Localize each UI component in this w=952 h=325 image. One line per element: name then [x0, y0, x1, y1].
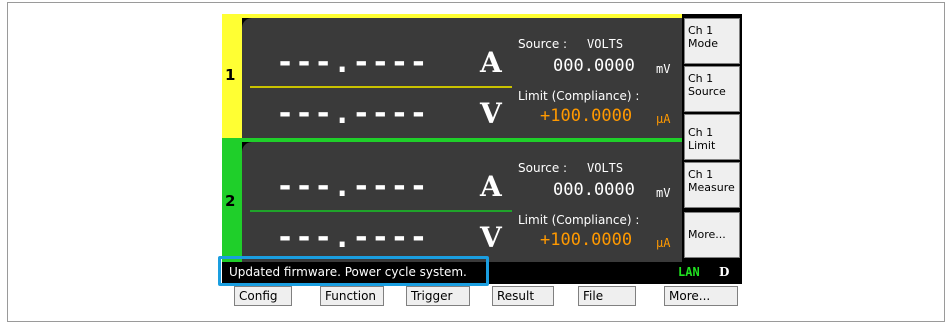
softkey-ch1-mode-line2: Mode [688, 37, 718, 50]
channel-1-panel[interactable]: ---.---- A ---.---- V Source : VOLTS 000… [242, 18, 682, 138]
channel-2-limit-value[interactable]: +100.0000 [540, 230, 632, 250]
softkey-ch1-limit-line2: Limit [688, 139, 716, 152]
channel-1-limit-value[interactable]: +100.0000 [540, 106, 632, 126]
softkey-column: Ch 1 Mode Ch 1 Source Ch 1 Limit Ch 1 Me… [682, 14, 742, 262]
lan-indicator: LAN [678, 265, 700, 279]
softkey-ch1-mode-line1: Ch 1 [688, 24, 714, 37]
softkey-more[interactable]: More... [684, 212, 740, 258]
softkey-ch1-source-line1: Ch 1 [688, 72, 714, 85]
softkey-ch1-measure[interactable]: Ch 1 Measure [684, 162, 740, 208]
channel-2-source-label: Source : [518, 161, 568, 175]
channel-1-number: 1 [225, 66, 236, 84]
tab-result[interactable]: Result [492, 286, 554, 306]
channel-2-number: 2 [225, 192, 236, 210]
channel-2-limit-label: Limit (Compliance) : [518, 213, 640, 227]
channel-1-voltage-reading: ---.---- [276, 96, 429, 131]
bottom-tab-bar: Config Function Trigger Result File More… [222, 284, 742, 309]
channel-1-limit-label: Limit (Compliance) : [518, 89, 640, 103]
tab-function[interactable]: Function [320, 286, 384, 306]
channel-1-source-unit: mV [656, 62, 671, 76]
status-message-highlight [218, 256, 489, 286]
display-flag-indicator: D [719, 265, 730, 279]
channel-2-current-unit: A [480, 170, 502, 203]
channel-1-source-label: Source : [518, 37, 568, 51]
channel-1-limit-unit: µA [656, 112, 671, 126]
tab-file[interactable]: File [578, 286, 636, 306]
channel-1-source-type: VOLTS [587, 37, 624, 51]
tab-trigger[interactable]: Trigger [406, 286, 470, 306]
channel-2-source-value[interactable]: 000.0000 [553, 180, 635, 200]
channel-2-source-type: VOLTS [587, 161, 624, 175]
channel-1-source-value[interactable]: 000.0000 [553, 56, 635, 76]
channel-2-voltage-unit: V [480, 221, 502, 254]
channel-1-separator [250, 86, 512, 88]
channel-2-panel[interactable]: ---.---- A ---.---- V Source : VOLTS 000… [242, 142, 682, 262]
softkey-ch1-limit-line1: Ch 1 [688, 126, 714, 139]
channel-1-current-unit: A [480, 46, 502, 79]
softkey-ch1-source-line2: Source [688, 85, 726, 98]
channel-1-current-reading: ---.---- [276, 45, 429, 80]
softkey-ch1-limit[interactable]: Ch 1 Limit [684, 114, 740, 160]
tab-more[interactable]: More... [664, 286, 738, 306]
channel-1-voltage-unit: V [480, 97, 502, 130]
channel-2-strip: 2 [222, 138, 242, 262]
softkey-ch1-source[interactable]: Ch 1 Source [684, 66, 740, 112]
channel-2-limit-unit: µA [656, 236, 671, 250]
channel-1-strip: 1 [222, 14, 242, 138]
tab-config[interactable]: Config [234, 286, 292, 306]
softkey-more-label: More... [688, 228, 726, 241]
softkey-ch1-measure-line2: Measure [688, 181, 735, 194]
channel-2-current-reading: ---.---- [276, 169, 429, 204]
softkey-ch1-measure-line1: Ch 1 [688, 168, 714, 181]
channel-2-separator [250, 210, 512, 212]
channel-2-source-unit: mV [656, 186, 671, 200]
softkey-ch1-mode[interactable]: Ch 1 Mode [684, 18, 740, 64]
channel-2-voltage-reading: ---.---- [276, 220, 429, 255]
